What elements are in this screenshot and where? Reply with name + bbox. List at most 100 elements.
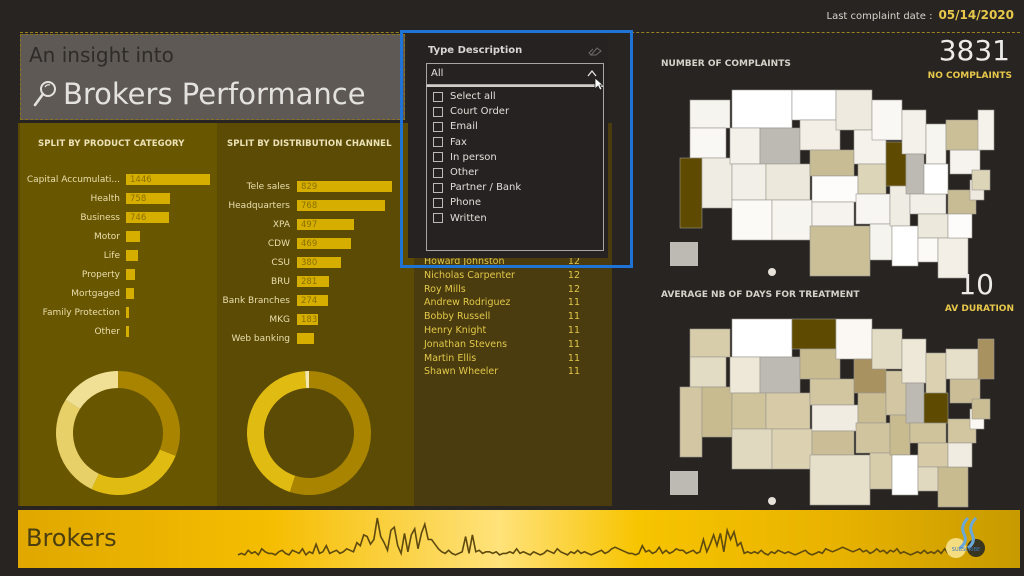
donut-segment-3[interactable] [56, 399, 99, 490]
bar[interactable] [297, 333, 315, 344]
bar-row[interactable]: Business 746 [20, 208, 217, 227]
map-state[interactable] [689, 127, 727, 159]
bar-row[interactable]: Mortgaged [20, 284, 217, 303]
map-state[interactable] [765, 163, 811, 201]
map-state[interactable] [945, 348, 983, 380]
table-row[interactable]: Roy Mills 12 [424, 284, 594, 298]
map-state[interactable] [799, 348, 841, 380]
table-row[interactable]: Nicholas Carpenter 12 [424, 270, 594, 284]
map-state[interactable] [689, 328, 731, 358]
map-state[interactable] [731, 318, 793, 358]
map-state[interactable] [857, 392, 887, 424]
checkbox[interactable] [433, 152, 443, 163]
map-state[interactable] [857, 163, 887, 195]
donut-segment-1[interactable] [289, 371, 372, 495]
slicer-option[interactable]: Phone [433, 197, 481, 208]
map-state[interactable] [901, 109, 927, 155]
map-state-alaska[interactable] [670, 242, 698, 266]
bar-row[interactable]: Capital Accumulati... 1446 [20, 170, 217, 189]
map-state[interactable] [759, 127, 801, 165]
complaints-us-map[interactable] [660, 80, 1000, 280]
map-state[interactable] [891, 225, 919, 267]
chevron-up-icon[interactable] [587, 69, 597, 77]
map-state[interactable] [731, 163, 767, 201]
map-state[interactable] [905, 382, 925, 424]
table-row[interactable]: Andrew Rodriguez 11 [424, 297, 594, 311]
table-row[interactable]: Martin Ellis 11 [424, 353, 594, 367]
map-state[interactable] [771, 199, 813, 241]
map-state[interactable] [905, 153, 925, 195]
map-state[interactable] [729, 127, 761, 165]
map-state[interactable] [947, 442, 973, 468]
bar[interactable] [126, 269, 135, 280]
map-state[interactable] [701, 386, 733, 438]
map-state[interactable] [809, 149, 855, 177]
bar[interactable] [126, 250, 139, 261]
slicer-option[interactable]: Email [433, 121, 478, 132]
table-row[interactable]: Shawn Wheeler 11 [424, 366, 594, 380]
map-state[interactable] [731, 199, 773, 241]
checkbox[interactable] [433, 91, 443, 102]
map-state-alaska[interactable] [670, 471, 698, 495]
checkbox[interactable] [433, 137, 443, 148]
checkbox[interactable] [433, 121, 443, 132]
map-state[interactable] [977, 109, 995, 151]
donut-segment-1[interactable] [118, 371, 181, 456]
map-state[interactable] [811, 201, 855, 227]
checkbox[interactable] [433, 182, 443, 193]
slicer-option[interactable]: Partner / Bank [433, 182, 521, 193]
map-state[interactable] [925, 352, 947, 394]
slicer-option[interactable]: Written [433, 213, 487, 224]
map-state[interactable] [771, 428, 813, 470]
slicer-dropdown[interactable]: All [426, 63, 604, 85]
slicer-option[interactable]: In person [433, 152, 497, 163]
duration-us-map[interactable] [660, 309, 1000, 509]
map-state[interactable] [917, 442, 949, 468]
map-state[interactable] [871, 99, 903, 141]
table-row[interactable]: Bobby Russell 11 [424, 311, 594, 325]
checkbox[interactable] [433, 167, 443, 178]
bar[interactable] [126, 307, 129, 318]
map-state[interactable] [809, 225, 871, 277]
map-state[interactable] [809, 378, 855, 406]
map-state[interactable] [909, 422, 947, 444]
map-state[interactable] [901, 338, 927, 384]
map-state[interactable] [689, 356, 727, 388]
bar-row[interactable]: Property [20, 265, 217, 284]
map-state[interactable] [679, 157, 703, 229]
bar-row[interactable]: BRU 281 [217, 272, 414, 291]
slicer-option[interactable]: Court Order [433, 106, 509, 117]
map-state[interactable] [869, 223, 893, 261]
slicer-option[interactable]: Other [433, 167, 478, 178]
map-state[interactable] [971, 398, 991, 420]
table-row[interactable]: Henry Knight 11 [424, 325, 594, 339]
map-state[interactable] [679, 386, 703, 458]
subscribe-logo-icon[interactable]: SUBSCRIBE [942, 514, 990, 564]
eraser-icon[interactable] [588, 46, 602, 56]
map-state[interactable] [869, 452, 893, 490]
bar-row[interactable]: Family Protection [20, 303, 217, 322]
map-state[interactable] [799, 119, 841, 151]
map-state[interactable] [731, 428, 773, 470]
map-state[interactable] [731, 392, 767, 430]
map-state[interactable] [689, 99, 731, 129]
bar-row[interactable]: XPA 497 [217, 215, 414, 234]
donut-segment-2[interactable] [247, 371, 307, 492]
map-state[interactable] [971, 169, 991, 191]
map-state[interactable] [835, 318, 873, 360]
map-state[interactable] [791, 318, 837, 350]
map-state[interactable] [923, 392, 949, 424]
bar-row[interactable]: Other [20, 322, 217, 341]
map-state[interactable] [891, 454, 919, 496]
map-state[interactable] [945, 119, 983, 151]
map-state-hawaii[interactable] [768, 268, 776, 276]
map-state-hawaii[interactable] [768, 497, 776, 505]
bar[interactable] [126, 326, 129, 337]
bar-row[interactable]: Tele sales 829 [217, 177, 414, 196]
checkbox[interactable] [433, 197, 443, 208]
map-state[interactable] [925, 123, 947, 165]
bar[interactable] [126, 231, 140, 242]
bar-row[interactable]: Health 758 [20, 189, 217, 208]
map-state[interactable] [923, 163, 949, 195]
map-state[interactable] [835, 89, 873, 131]
